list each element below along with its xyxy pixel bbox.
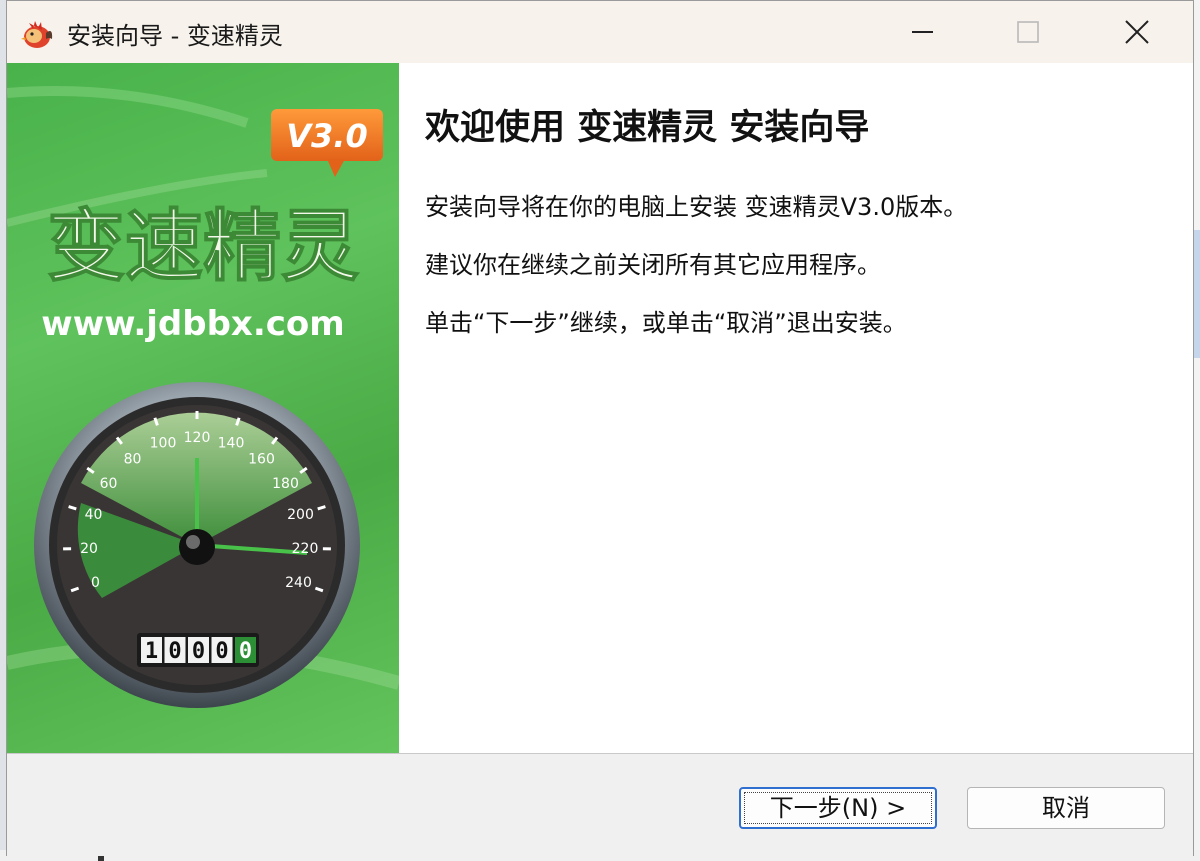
speed-tick-label: 160 [248, 451, 275, 467]
next-button[interactable]: 下一步(N) > [739, 787, 937, 829]
minimize-icon[interactable] [887, 1, 957, 63]
speed-tick-label: 20 [80, 541, 98, 557]
window-title: 安装向导 - 变速精灵 [67, 22, 283, 50]
speed-tick-label: 140 [218, 436, 245, 452]
installer-window: 安装向导 - 变速精灵 V3.0 变速精灵 www.jdbbx.com 0 20… [6, 0, 1194, 856]
wizard-banner-image: V3.0 变速精灵 www.jdbbx.com 0 20 40 60 80 100 120 1… [7, 63, 399, 753]
odometer-digit: 0 [215, 639, 228, 664]
brand-url: www.jdbbx.com [41, 304, 344, 344]
focus-ring [744, 792, 932, 824]
welcome-panel: 欢迎使用 变速精灵 安装向导 安装向导将在你的电脑上安装 变速精灵V3.0版本。… [399, 63, 1193, 753]
speed-tick-label: 200 [287, 507, 314, 523]
speed-tick-label: 240 [285, 575, 312, 591]
welcome-line-1: 安装向导将在你的电脑上安装 变速精灵V3.0版本。 [425, 193, 968, 221]
cancel-button[interactable]: 取消 [967, 787, 1165, 829]
speed-tick-label: 120 [184, 430, 211, 446]
title-bar[interactable]: 安装向导 - 变速精灵 [7, 1, 1193, 63]
rooster-app-icon [21, 21, 53, 48]
version-badge-text: V3.0 [286, 117, 367, 155]
maximize-icon[interactable] [993, 1, 1063, 63]
close-icon[interactable] [1103, 1, 1173, 63]
banner-artwork: V3.0 变速精灵 www.jdbbx.com 020406080100 120 1… [7, 86, 399, 708]
odometer-digit: 1 [145, 639, 158, 664]
odometer-digit: 0 [192, 639, 205, 664]
brand-text: 变速精灵 [47, 202, 359, 292]
speedometer-graphic: 020406080100 120 140160180200220240 10000 [34, 382, 360, 708]
speed-tick-label: 0 [91, 575, 100, 591]
button-bar: 下一步(N) > 取消 [7, 753, 1193, 856]
odometer-digit: 0 [239, 639, 252, 664]
speed-tick-label: 100 [150, 436, 177, 452]
welcome-line-2: 建议你在继续之前关闭所有其它应用程序。 [425, 251, 881, 279]
speed-tick-label: 40 [85, 507, 103, 523]
speed-tick-label: 80 [124, 451, 142, 467]
welcome-line-3: 单击“下一步”继续，或单击“取消”退出安装。 [425, 309, 907, 337]
welcome-heading: 欢迎使用 变速精灵 安装向导 [425, 108, 870, 148]
speed-tick-label: 180 [272, 476, 299, 492]
odometer-digit: 0 [168, 639, 181, 664]
speed-tick-label: 60 [100, 476, 118, 492]
speed-tick-label: 220 [292, 541, 319, 557]
